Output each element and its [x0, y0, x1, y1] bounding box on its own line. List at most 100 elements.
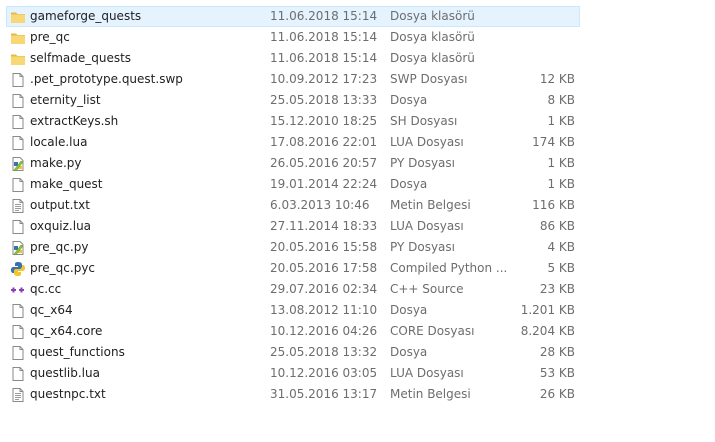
file-name: quest_functions [30, 345, 125, 359]
file-type: PY Dosyası [390, 240, 455, 254]
file-name: output.txt [30, 198, 90, 212]
file-type: Metin Belgesi [390, 387, 471, 401]
file-icon [10, 324, 26, 340]
file-date-modified: 25.05.2018 13:33 [270, 93, 378, 107]
file-type: LUA Dosyası [390, 219, 464, 233]
file-name: oxquiz.lua [30, 219, 92, 233]
file-size: 5 KB [547, 261, 575, 275]
file-name: questlib.lua [30, 366, 100, 380]
file-name: pre_qc [30, 30, 70, 44]
file-row[interactable]: oxquiz.lua 27.11.2014 18:33 LUA Dosyası … [6, 216, 580, 237]
file-row[interactable]: pre_qc 11.06.2018 15:14 Dosya klasörü [6, 27, 580, 48]
file-type: Dosya klasörü [390, 9, 475, 23]
file-date-modified: 11.06.2018 15:14 [270, 30, 378, 44]
file-name: qc.cc [30, 282, 62, 296]
file-date-modified: 27.11.2014 18:33 [270, 219, 378, 233]
file-type: LUA Dosyası [390, 135, 464, 149]
file-row[interactable]: qc_x64.core 10.12.2016 04:26 CORE Dosyas… [6, 321, 580, 342]
file-type: Metin Belgesi [390, 198, 471, 212]
file-size: 116 KB [532, 198, 575, 212]
file-row[interactable]: gameforge_quests 11.06.2018 15:14 Dosya … [6, 6, 580, 27]
file-date-modified: 19.01.2014 22:24 [270, 177, 378, 191]
file-date-modified: 10.09.2012 17:23 [270, 72, 378, 86]
file-name: selfmade_quests [30, 51, 132, 65]
file-name: gameforge_quests [30, 9, 142, 23]
python-script-icon [10, 156, 26, 172]
file-icon [10, 177, 26, 193]
file-date-modified: 11.06.2018 15:14 [270, 51, 378, 65]
file-size: 1 KB [547, 114, 575, 128]
file-icon [10, 114, 26, 130]
file-size: 1 KB [547, 156, 575, 170]
file-size: 8.204 KB [520, 324, 575, 338]
file-type: LUA Dosyası [390, 366, 464, 380]
file-size: 1 KB [547, 177, 575, 191]
file-row[interactable]: extractKeys.sh 15.12.2010 18:25 SH Dosya… [6, 111, 580, 132]
text-file-icon [10, 198, 26, 214]
file-size: 12 KB [539, 72, 575, 86]
file-size: 8 KB [547, 93, 575, 107]
file-row[interactable]: questnpc.txt 31.05.2016 13:17 Metin Belg… [6, 384, 580, 405]
file-row[interactable]: quest_functions 25.05.2018 13:32 Dosya 2… [6, 342, 580, 363]
file-type: SWP Dosyası [390, 72, 468, 86]
cpp-source-icon [10, 282, 26, 298]
file-date-modified: 15.12.2010 18:25 [270, 114, 378, 128]
file-type: SH Dosyası [390, 114, 458, 128]
file-name: make.py [30, 156, 82, 170]
file-type: CORE Dosyası [390, 324, 475, 338]
file-date-modified: 26.05.2016 20:57 [270, 156, 378, 170]
file-icon [10, 135, 26, 151]
file-size: 26 KB [539, 387, 575, 401]
file-type: Dosya [390, 303, 428, 317]
python-compiled-icon [10, 261, 26, 277]
file-type: Dosya [390, 93, 428, 107]
file-row[interactable]: pre_qc.pyc 20.05.2016 17:58 Compiled Pyt… [6, 258, 580, 279]
file-type: Dosya [390, 177, 428, 191]
file-type: Dosya klasörü [390, 30, 475, 44]
file-list: gameforge_quests 11.06.2018 15:14 Dosya … [6, 6, 580, 405]
file-row[interactable]: qc.cc 29.07.2016 02:34 C++ Source 23 KB [6, 279, 580, 300]
file-date-modified: 20.05.2016 17:58 [270, 261, 378, 275]
file-size: 23 KB [539, 282, 575, 296]
file-date-modified: 11.06.2018 15:14 [270, 9, 378, 23]
file-name: .pet_prototype.quest.swp [30, 72, 183, 86]
file-row[interactable]: make_quest 19.01.2014 22:24 Dosya 1 KB [6, 174, 580, 195]
folder-icon [10, 51, 26, 67]
python-script-icon [10, 240, 26, 256]
file-row[interactable]: make.py 26.05.2016 20:57 PY Dosyası 1 KB [6, 153, 580, 174]
file-size: 4 KB [547, 240, 575, 254]
file-icon [10, 93, 26, 109]
file-date-modified: 29.07.2016 02:34 [270, 282, 378, 296]
file-icon [10, 303, 26, 319]
file-name: locale.lua [30, 135, 88, 149]
file-size: 53 KB [539, 366, 575, 380]
folder-icon [10, 30, 26, 46]
file-size: 86 KB [539, 219, 575, 233]
file-row[interactable]: locale.lua 17.08.2016 22:01 LUA Dosyası … [6, 132, 580, 153]
file-date-modified: 13.08.2012 11:10 [270, 303, 378, 317]
file-row[interactable]: eternity_list 25.05.2018 13:33 Dosya 8 K… [6, 90, 580, 111]
file-date-modified: 17.08.2016 22:01 [270, 135, 378, 149]
file-name: questnpc.txt [30, 387, 106, 401]
file-row[interactable]: pre_qc.py 20.05.2016 15:58 PY Dosyası 4 … [6, 237, 580, 258]
file-type: Dosya klasörü [390, 51, 475, 65]
file-icon [10, 345, 26, 361]
file-row[interactable]: .pet_prototype.quest.swp 10.09.2012 17:2… [6, 69, 580, 90]
file-name: extractKeys.sh [30, 114, 119, 128]
file-date-modified: 20.05.2016 15:58 [270, 240, 378, 254]
file-name: eternity_list [30, 93, 101, 107]
file-name: pre_qc.py [30, 240, 89, 254]
file-type: C++ Source [390, 282, 464, 296]
file-size: 28 KB [539, 345, 575, 359]
file-date-modified: 6.03.2013 10:46 [270, 198, 370, 212]
file-icon [10, 366, 26, 382]
file-row[interactable]: qc_x64 13.08.2012 11:10 Dosya 1.201 KB [6, 300, 580, 321]
file-icon [10, 219, 26, 235]
file-row[interactable]: selfmade_quests 11.06.2018 15:14 Dosya k… [6, 48, 580, 69]
file-size: 1.201 KB [520, 303, 575, 317]
file-row[interactable]: output.txt 6.03.2013 10:46 Metin Belgesi… [6, 195, 580, 216]
file-name: qc_x64 [30, 303, 73, 317]
text-file-icon [10, 387, 26, 403]
file-row[interactable]: questlib.lua 10.12.2016 03:05 LUA Dosyas… [6, 363, 580, 384]
file-type: Compiled Python ... [390, 261, 508, 275]
